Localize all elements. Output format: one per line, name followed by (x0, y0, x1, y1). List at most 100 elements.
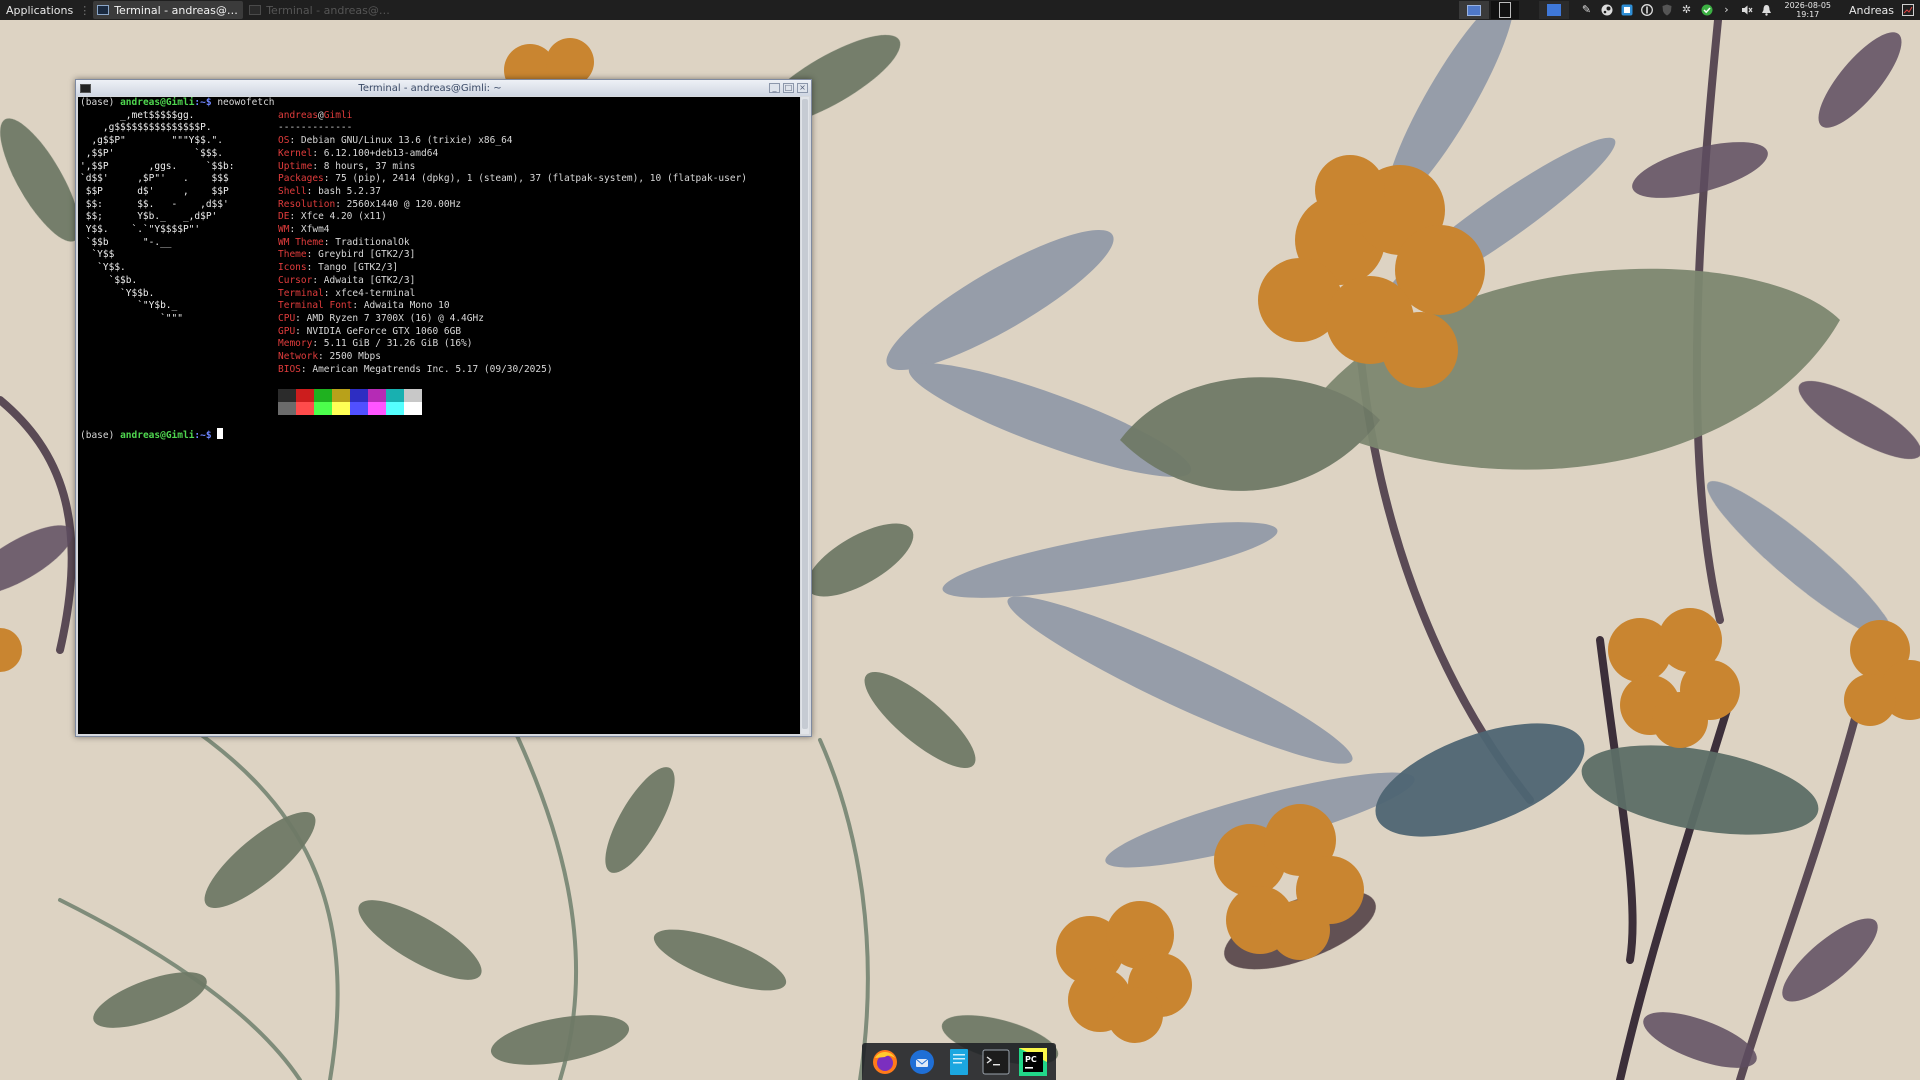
conda-env: (base) (80, 97, 115, 108)
shield-icon[interactable] (1661, 4, 1673, 16)
terminal-scrollbar[interactable] (801, 97, 809, 734)
maximize-button[interactable]: □ (783, 83, 794, 93)
info-value: AMD Ryzen 7 3700X (16) @ 4.4GHz (306, 312, 484, 324)
chevron-right-icon[interactable]: › (1721, 4, 1733, 16)
color-swatch (296, 402, 314, 415)
info-value: 8 hours, 37 mins (323, 160, 416, 172)
info-lines: OS: Debian GNU/Linux 13.6 (trixie) x86_6… (278, 135, 747, 376)
system-tray: ✎ ✲ › 2026-08-05 19:17 Andreas (1581, 0, 1920, 20)
prompt-user-host: andreas@Gimli (120, 430, 195, 441)
info-value: 2560x1440 @ 120.00Hz (346, 198, 462, 210)
svg-text:PC: PC (1025, 1055, 1037, 1064)
info-colon: : (306, 249, 319, 261)
info-value: 2500 Mbps (329, 351, 381, 363)
taskbar-item-label: Terminal - andreas@Gim... (114, 3, 239, 17)
clock[interactable]: 2026-08-05 19:17 (1785, 1, 1832, 19)
info-line: Icons: Tango [GTK2/3] (278, 262, 747, 275)
info-header: andreas@Gimli (278, 110, 747, 123)
user-menu[interactable]: Andreas (1849, 4, 1894, 17)
info-label: Uptime (278, 160, 313, 172)
conda-env: (base) (80, 430, 115, 441)
taskbar-item-terminal-inactive[interactable]: Terminal - andreas@Gim... (245, 1, 395, 19)
info-colon: : (323, 173, 336, 185)
info-line: Terminal: xfce4-terminal (278, 288, 747, 301)
pycharm-icon[interactable]: PC (1017, 1046, 1049, 1078)
color-swatch (350, 389, 368, 402)
bell-icon[interactable] (1761, 4, 1773, 16)
color-swatch (278, 389, 296, 402)
scrollbar-thumb[interactable] (802, 99, 808, 729)
info-value: 75 (pip), 2414 (dpkg), 1 (steam), 37 (fl… (335, 173, 748, 185)
pin-icon[interactable]: ✎ (1581, 4, 1593, 16)
info-line: Resolution: 2560x1440 @ 120.00Hz (278, 199, 747, 212)
window-icon[interactable] (1621, 4, 1633, 16)
terminal-icon[interactable] (980, 1046, 1012, 1078)
info-user: andreas (278, 109, 319, 121)
info-line: Theme: Greybird [GTK2/3] (278, 249, 747, 262)
info-label: Terminal Font (278, 300, 353, 312)
color-swatch (386, 402, 404, 415)
workspace-2[interactable] (1490, 1, 1519, 19)
taskbar-item-label: Terminal - andreas@Gim... (266, 3, 391, 17)
info-label: Resolution (278, 198, 336, 210)
workspace-3[interactable] (1538, 1, 1569, 19)
info-separator: ------------- (278, 122, 353, 134)
clock-time: 19:17 (1796, 10, 1820, 19)
info-label: WM Theme (278, 236, 324, 248)
info-line: DE: Xfce 4.20 (x11) (278, 211, 747, 224)
info-value: Tango [GTK2/3] (318, 262, 399, 274)
window-thumbnail (1498, 2, 1511, 18)
info-colon: : (312, 274, 324, 286)
info-label: Network (278, 351, 319, 363)
info-colon: : (295, 312, 307, 324)
info-value: Debian GNU/Linux 13.6 (trixie) x86_64 (300, 135, 513, 147)
prompt-path: :~$ (194, 97, 212, 108)
info-line: Uptime: 8 hours, 37 mins (278, 161, 747, 174)
info-line: WM: Xfwm4 (278, 224, 747, 237)
info-line: CPU: AMD Ryzen 7 3700X (16) @ 4.4GHz (278, 313, 747, 326)
info-colon: : (295, 325, 307, 337)
vpn-icon[interactable] (1640, 4, 1653, 16)
applications-menu-button[interactable]: Applications (0, 0, 78, 20)
gear-icon[interactable]: ✲ (1681, 4, 1693, 16)
terminal-icon[interactable] (80, 83, 91, 93)
taskbar-item-terminal-active[interactable]: Terminal - andreas@Gim... (93, 1, 244, 19)
info-label: DE (278, 211, 290, 223)
dock: PC (862, 1043, 1056, 1080)
debian-ascii-logo: _,met$$$$$gg. ,g$$$$$$$$$$$$$$$P. ,g$$P"… (80, 109, 235, 324)
command-line: (base) andreas@Gimli:~$ neowofetch (80, 97, 275, 110)
window-title: Terminal - andreas@Gimli: ~ (358, 82, 502, 94)
info-label: Memory (278, 338, 313, 350)
info-colon: : (335, 198, 347, 210)
info-value: Xfce 4.20 (x11) (300, 211, 387, 223)
check-icon[interactable] (1701, 4, 1713, 16)
info-colon: : (289, 211, 301, 223)
prompt-line[interactable]: (base) andreas@Gimli:~$ (80, 428, 224, 443)
info-colon: : (312, 147, 324, 159)
info-line: Cursor: Adwaita [GTK2/3] (278, 275, 747, 288)
color-swatch (314, 389, 332, 402)
color-swatch (404, 402, 422, 415)
panel-separator: ⋮ (79, 3, 91, 17)
thunderbird-icon[interactable] (906, 1046, 938, 1078)
terminal-output[interactable]: (base) andreas@Gimli:~$ neowofetch _,met… (78, 97, 800, 734)
info-colon: : (352, 300, 364, 312)
prompt-user-host: andreas@Gimli (120, 97, 195, 108)
workspace-1[interactable] (1458, 1, 1489, 19)
steam-icon[interactable] (1601, 4, 1613, 16)
info-host: Gimli (323, 109, 353, 121)
volume-mute-icon[interactable] (1741, 4, 1753, 16)
window-thumbnail (1546, 4, 1561, 16)
firefox-icon[interactable] (869, 1046, 901, 1078)
window-titlebar[interactable]: Terminal - andreas@Gimli: ~ _ □ × (76, 80, 811, 96)
prompt-path: :~$ (194, 430, 212, 441)
text-editor-icon[interactable] (943, 1046, 975, 1078)
close-button[interactable]: × (797, 83, 808, 93)
info-value: Greybird [GTK2/3] (318, 249, 416, 261)
info-label: CPU (278, 312, 296, 324)
info-value: xfce4-terminal (335, 287, 416, 299)
clock-date: 2026-08-05 (1784, 1, 1832, 10)
minimize-button[interactable]: _ (769, 83, 780, 93)
info-label: Icons (278, 262, 307, 274)
chart-icon[interactable] (1902, 4, 1914, 16)
